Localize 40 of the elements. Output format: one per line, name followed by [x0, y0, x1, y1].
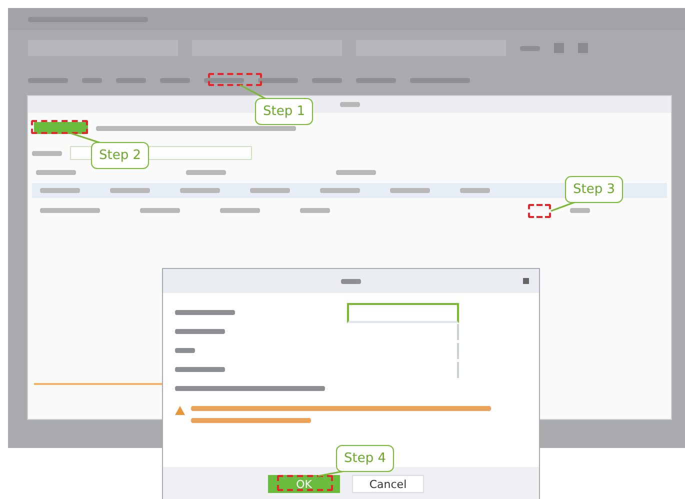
blurred-text — [258, 78, 298, 83]
blurred-icon — [554, 43, 564, 53]
blurred-text — [160, 78, 190, 83]
blurred-text — [356, 78, 396, 83]
blurred-text — [312, 78, 342, 83]
leader-line — [240, 84, 268, 101]
dashed-highlight — [528, 204, 551, 218]
blurred-text — [28, 78, 68, 83]
step-callout: Step 4 — [336, 445, 394, 472]
step-callout: Step 1 — [255, 98, 313, 125]
blurred-text — [175, 329, 225, 334]
blurred-text — [220, 208, 260, 213]
dashed-highlight — [31, 120, 88, 134]
close-icon[interactable] — [523, 278, 529, 284]
step-callout: Step 2 — [91, 142, 149, 169]
blurred-text — [204, 78, 244, 83]
blurred-input-field[interactable] — [347, 302, 459, 322]
blurred-text — [175, 367, 225, 372]
blurred-text — [40, 208, 100, 213]
warning-icon — [175, 406, 185, 415]
blurred-text — [116, 78, 146, 83]
blurred-text — [175, 348, 195, 353]
blurred-text — [520, 46, 540, 50]
blurred-link[interactable] — [570, 208, 590, 213]
dashed-highlight — [208, 73, 262, 86]
blurred-text — [300, 208, 330, 213]
blurred-text — [140, 208, 180, 213]
blurred-text — [341, 278, 361, 284]
blurred-text — [32, 150, 62, 156]
blurred-text — [36, 170, 76, 175]
blurred-text — [186, 170, 226, 175]
blurred-text — [410, 78, 470, 83]
blurred-text — [175, 310, 235, 315]
blurred-text — [336, 170, 376, 175]
blurred-text — [82, 78, 102, 83]
blurred-icon — [578, 43, 588, 53]
blurred-text — [340, 102, 360, 107]
dialog-button[interactable]: Cancel — [352, 475, 424, 493]
step-callout: Step 3 — [565, 176, 623, 203]
dashed-highlight — [277, 475, 333, 491]
